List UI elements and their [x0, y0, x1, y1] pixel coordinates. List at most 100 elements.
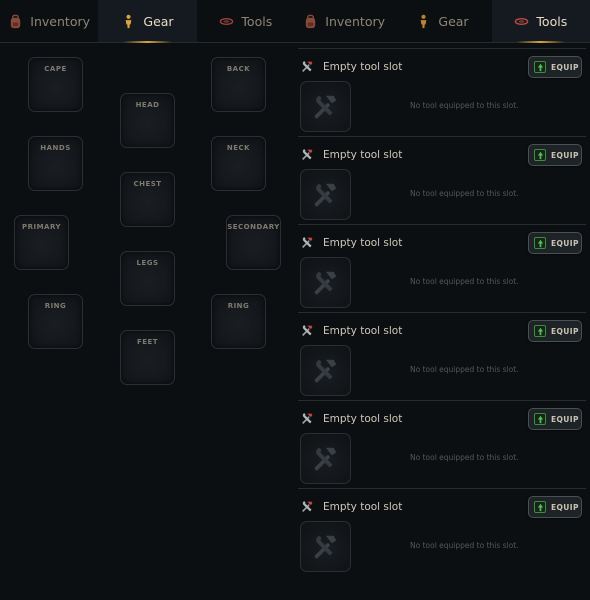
tools-placeholder-icon — [311, 92, 341, 122]
tool-slot-row: Empty tool slot EQUIP No tool equipped t… — [298, 48, 586, 136]
backpack-icon — [303, 14, 318, 29]
slot-label: HANDS — [40, 144, 71, 152]
gear-slot-feet[interactable]: FEET — [120, 330, 175, 385]
tab-label: Tools — [241, 13, 273, 29]
arrow-up-icon — [534, 501, 546, 513]
gear-slot-legs[interactable]: LEGS — [120, 251, 175, 306]
tools-placeholder-icon — [311, 180, 341, 210]
tool-slot-row: Empty tool slot EQUIP No tool equipped t… — [298, 136, 586, 224]
gear-slot-back[interactable]: BACK — [211, 57, 266, 112]
gear-slot-primary[interactable]: PRIMARY — [14, 215, 69, 270]
tool-slot-row: Empty tool slot EQUIP No tool equipped t… — [298, 400, 586, 488]
gear-slot-cape[interactable]: CAPE — [28, 57, 83, 112]
arrow-up-icon — [534, 149, 546, 161]
tool-slot-row: Empty tool slot EQUIP No tool equipped t… — [298, 488, 586, 576]
tool-slot-box[interactable] — [300, 521, 351, 572]
slot-label: BACK — [226, 65, 251, 73]
equip-label: EQUIP — [551, 414, 579, 424]
arrow-up-icon — [534, 237, 546, 249]
arrow-up-icon — [534, 61, 546, 73]
left-tab-bar: Inventory Gear Tools — [0, 0, 295, 43]
tools-placeholder-icon — [311, 356, 341, 386]
slot-label: LEGS — [136, 259, 159, 267]
tab-inventory[interactable]: Inventory — [0, 0, 98, 42]
tool-slot-box[interactable] — [300, 169, 351, 220]
empty-slot-text: No tool equipped to this slot. — [410, 541, 519, 550]
tab-tools[interactable]: Tools — [491, 0, 590, 43]
tools-placeholder-icon — [311, 268, 341, 298]
tool-slot-title: Empty tool slot — [323, 500, 403, 513]
backpack-icon — [8, 14, 23, 29]
gear-slot-neck[interactable]: NECK — [211, 136, 266, 191]
slot-label: FEET — [136, 338, 159, 346]
equip-button[interactable]: EQUIP — [528, 320, 582, 342]
person-icon — [121, 14, 136, 29]
person-icon — [416, 14, 431, 29]
tab-label: Inventory — [325, 13, 386, 29]
tab-inventory[interactable]: Inventory — [295, 0, 393, 42]
tools-panel: Empty tool slot EQUIP No tool equipped t… — [298, 48, 586, 576]
equip-button[interactable]: EQUIP — [528, 408, 582, 430]
arrow-up-icon — [534, 325, 546, 337]
tool-slot-title: Empty tool slot — [323, 236, 403, 249]
tool-slot-box[interactable] — [300, 345, 351, 396]
gear-slot-ring-left[interactable]: RING — [28, 294, 83, 349]
hammer-wrench-icon — [301, 324, 314, 337]
tab-label: Gear — [143, 13, 174, 29]
tab-gear[interactable]: Gear — [98, 0, 197, 43]
tab-label: Gear — [438, 13, 469, 29]
hammer-wrench-icon — [301, 236, 314, 249]
tab-gear[interactable]: Gear — [393, 0, 491, 42]
equip-label: EQUIP — [551, 62, 579, 72]
empty-slot-text: No tool equipped to this slot. — [410, 365, 519, 374]
lens-icon — [219, 14, 234, 29]
tool-slot-title: Empty tool slot — [323, 412, 403, 425]
equip-label: EQUIP — [551, 326, 579, 336]
slot-label: RING — [227, 302, 250, 310]
slot-label: SECONDARY — [227, 223, 280, 231]
lens-icon — [514, 14, 529, 29]
tool-slot-title: Empty tool slot — [323, 148, 403, 161]
tool-slot-box[interactable] — [300, 433, 351, 484]
empty-slot-text: No tool equipped to this slot. — [410, 189, 519, 198]
slot-label: CAPE — [44, 65, 67, 73]
tab-label: Inventory — [30, 13, 91, 29]
equip-label: EQUIP — [551, 238, 579, 248]
equip-button[interactable]: EQUIP — [528, 496, 582, 518]
empty-slot-text: No tool equipped to this slot. — [410, 453, 519, 462]
right-tab-bar: Inventory Gear Tools — [295, 0, 590, 43]
tools-placeholder-icon — [311, 532, 341, 562]
tool-slot-title: Empty tool slot — [323, 324, 403, 337]
tool-slot-box[interactable] — [300, 257, 351, 308]
tools-placeholder-icon — [311, 444, 341, 474]
slot-label: NECK — [226, 144, 251, 152]
gear-slot-ring-right[interactable]: RING — [211, 294, 266, 349]
slot-label: RING — [44, 302, 67, 310]
hammer-wrench-icon — [301, 148, 314, 161]
gear-panel: CAPE BACK HEAD HANDS NECK CHEST PRIMARY … — [0, 44, 295, 600]
gear-slot-head[interactable]: HEAD — [120, 93, 175, 148]
tool-slot-title: Empty tool slot — [323, 60, 403, 73]
tool-slot-box[interactable] — [300, 81, 351, 132]
equip-button[interactable]: EQUIP — [528, 232, 582, 254]
gear-slot-secondary[interactable]: SECONDARY — [226, 215, 281, 270]
hammer-wrench-icon — [301, 412, 314, 425]
empty-slot-text: No tool equipped to this slot. — [410, 277, 519, 286]
equip-button[interactable]: EQUIP — [528, 56, 582, 78]
tool-slot-row: Empty tool slot EQUIP No tool equipped t… — [298, 312, 586, 400]
gear-slot-hands[interactable]: HANDS — [28, 136, 83, 191]
tab-tools[interactable]: Tools — [197, 0, 295, 42]
arrow-up-icon — [534, 413, 546, 425]
hammer-wrench-icon — [301, 60, 314, 73]
empty-slot-text: No tool equipped to this slot. — [410, 101, 519, 110]
slot-label: PRIMARY — [21, 223, 62, 231]
tab-label: Tools — [536, 13, 568, 29]
slot-label: HEAD — [135, 101, 160, 109]
hammer-wrench-icon — [301, 500, 314, 513]
gear-slot-chest[interactable]: CHEST — [120, 172, 175, 227]
slot-label: CHEST — [133, 180, 162, 188]
tool-slot-row: Empty tool slot EQUIP No tool equipped t… — [298, 224, 586, 312]
equip-label: EQUIP — [551, 150, 579, 160]
equip-label: EQUIP — [551, 502, 579, 512]
equip-button[interactable]: EQUIP — [528, 144, 582, 166]
